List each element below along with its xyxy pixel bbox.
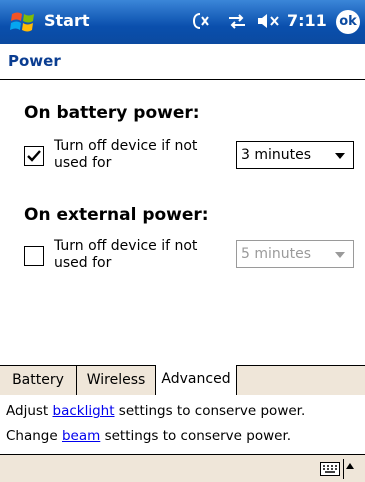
battery-timeout-value: 3 minutes <box>241 147 312 163</box>
help-text: Adjust <box>6 403 53 419</box>
title-divider <box>0 79 365 80</box>
windows-flag-icon[interactable] <box>10 9 36 35</box>
help-text: settings to conserve power. <box>100 428 292 444</box>
tab-advanced[interactable]: Advanced <box>155 365 237 395</box>
page-title: Power <box>8 52 61 70</box>
start-menu-label[interactable]: Start <box>44 11 90 30</box>
battery-turnoff-checkbox[interactable] <box>24 146 44 166</box>
help-line-beam: Change beam settings to conserve power. <box>6 428 291 444</box>
beam-link[interactable]: beam <box>62 428 100 444</box>
sip-up-arrow-icon[interactable] <box>346 463 354 469</box>
keyboard-icon[interactable] <box>320 462 340 476</box>
external-turnoff-checkbox[interactable] <box>24 246 44 266</box>
tab-wireless[interactable]: Wireless <box>77 366 156 395</box>
title-bar: Start 7:11 ok <box>0 0 365 44</box>
tab-strip: Battery Wireless Advanced <box>0 365 365 395</box>
sip-divider <box>343 459 344 479</box>
dropdown-arrow-icon <box>335 153 345 159</box>
no-connectivity-icon[interactable] <box>190 10 212 32</box>
ok-button[interactable]: ok <box>336 10 360 34</box>
checkmark-icon <box>27 150 41 162</box>
battery-timeout-dropdown[interactable]: 3 minutes <box>236 141 354 169</box>
sync-arrows-icon[interactable] <box>226 10 248 32</box>
battery-section-heading: On battery power: <box>24 103 200 123</box>
external-section-heading: On external power: <box>24 205 209 225</box>
clock[interactable]: 7:11 <box>287 11 327 30</box>
tab-battery[interactable]: Battery <box>0 366 77 395</box>
backlight-link[interactable]: backlight <box>53 403 115 419</box>
speaker-muted-icon[interactable] <box>256 10 282 32</box>
external-timeout-value: 5 minutes <box>241 246 312 262</box>
external-turnoff-label: Turn off device if not used for <box>54 238 198 271</box>
dropdown-arrow-icon <box>335 252 345 258</box>
bottom-menu-bar <box>0 454 365 482</box>
help-text: settings to conserve power. <box>114 403 306 419</box>
external-timeout-dropdown: 5 minutes <box>236 240 354 268</box>
battery-turnoff-label: Turn off device if not used for <box>54 138 198 171</box>
help-text: Change <box>6 428 62 444</box>
help-line-backlight: Adjust backlight settings to conserve po… <box>6 403 305 419</box>
